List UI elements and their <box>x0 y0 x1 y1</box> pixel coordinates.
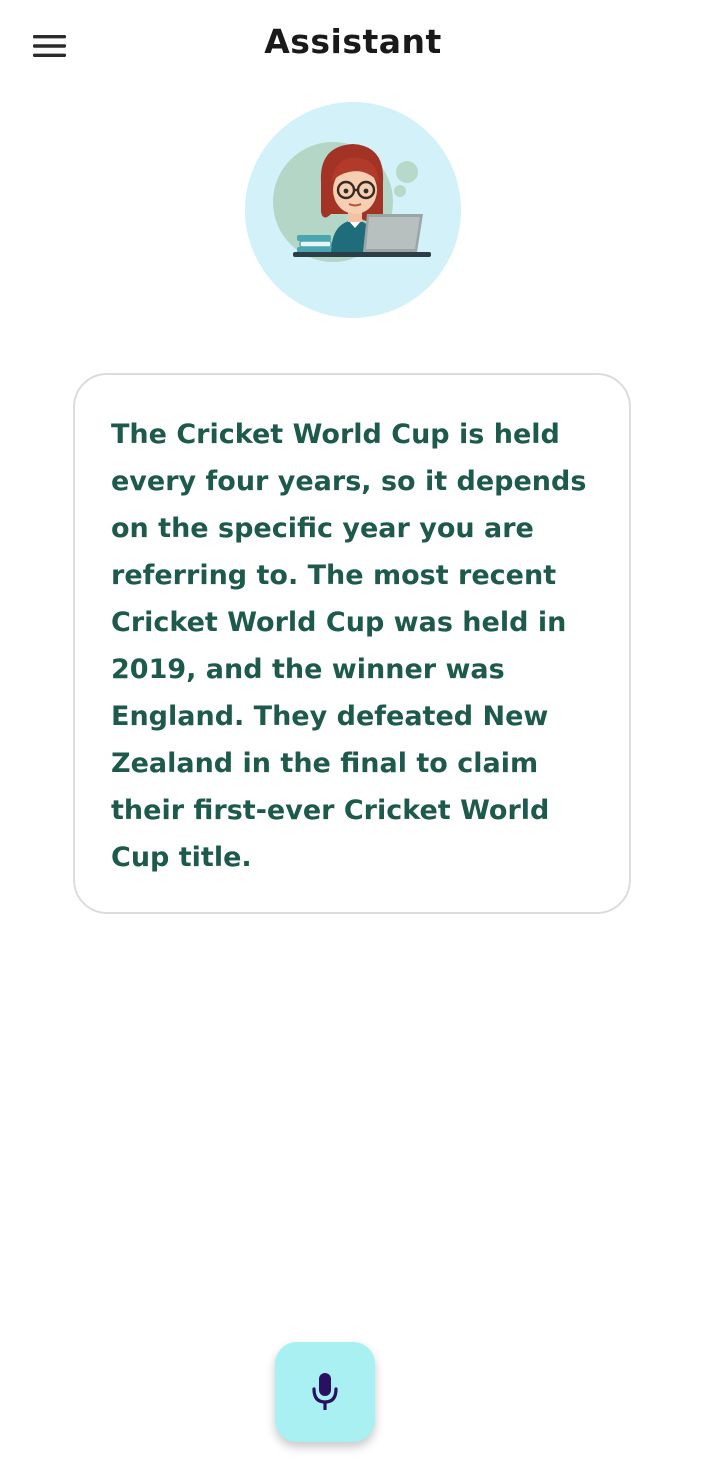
response-text: The Cricket World Cup is held every four… <box>111 419 587 873</box>
microphone-button[interactable] <box>275 1342 375 1442</box>
response-card: The Cricket World Cup is held every four… <box>73 373 631 914</box>
microphone-icon <box>312 1373 338 1410</box>
page-title: Assistant <box>264 22 442 61</box>
assistant-avatar <box>245 102 461 318</box>
assistant-avatar-icon <box>273 142 431 262</box>
app-bar: Assistant <box>0 0 706 92</box>
